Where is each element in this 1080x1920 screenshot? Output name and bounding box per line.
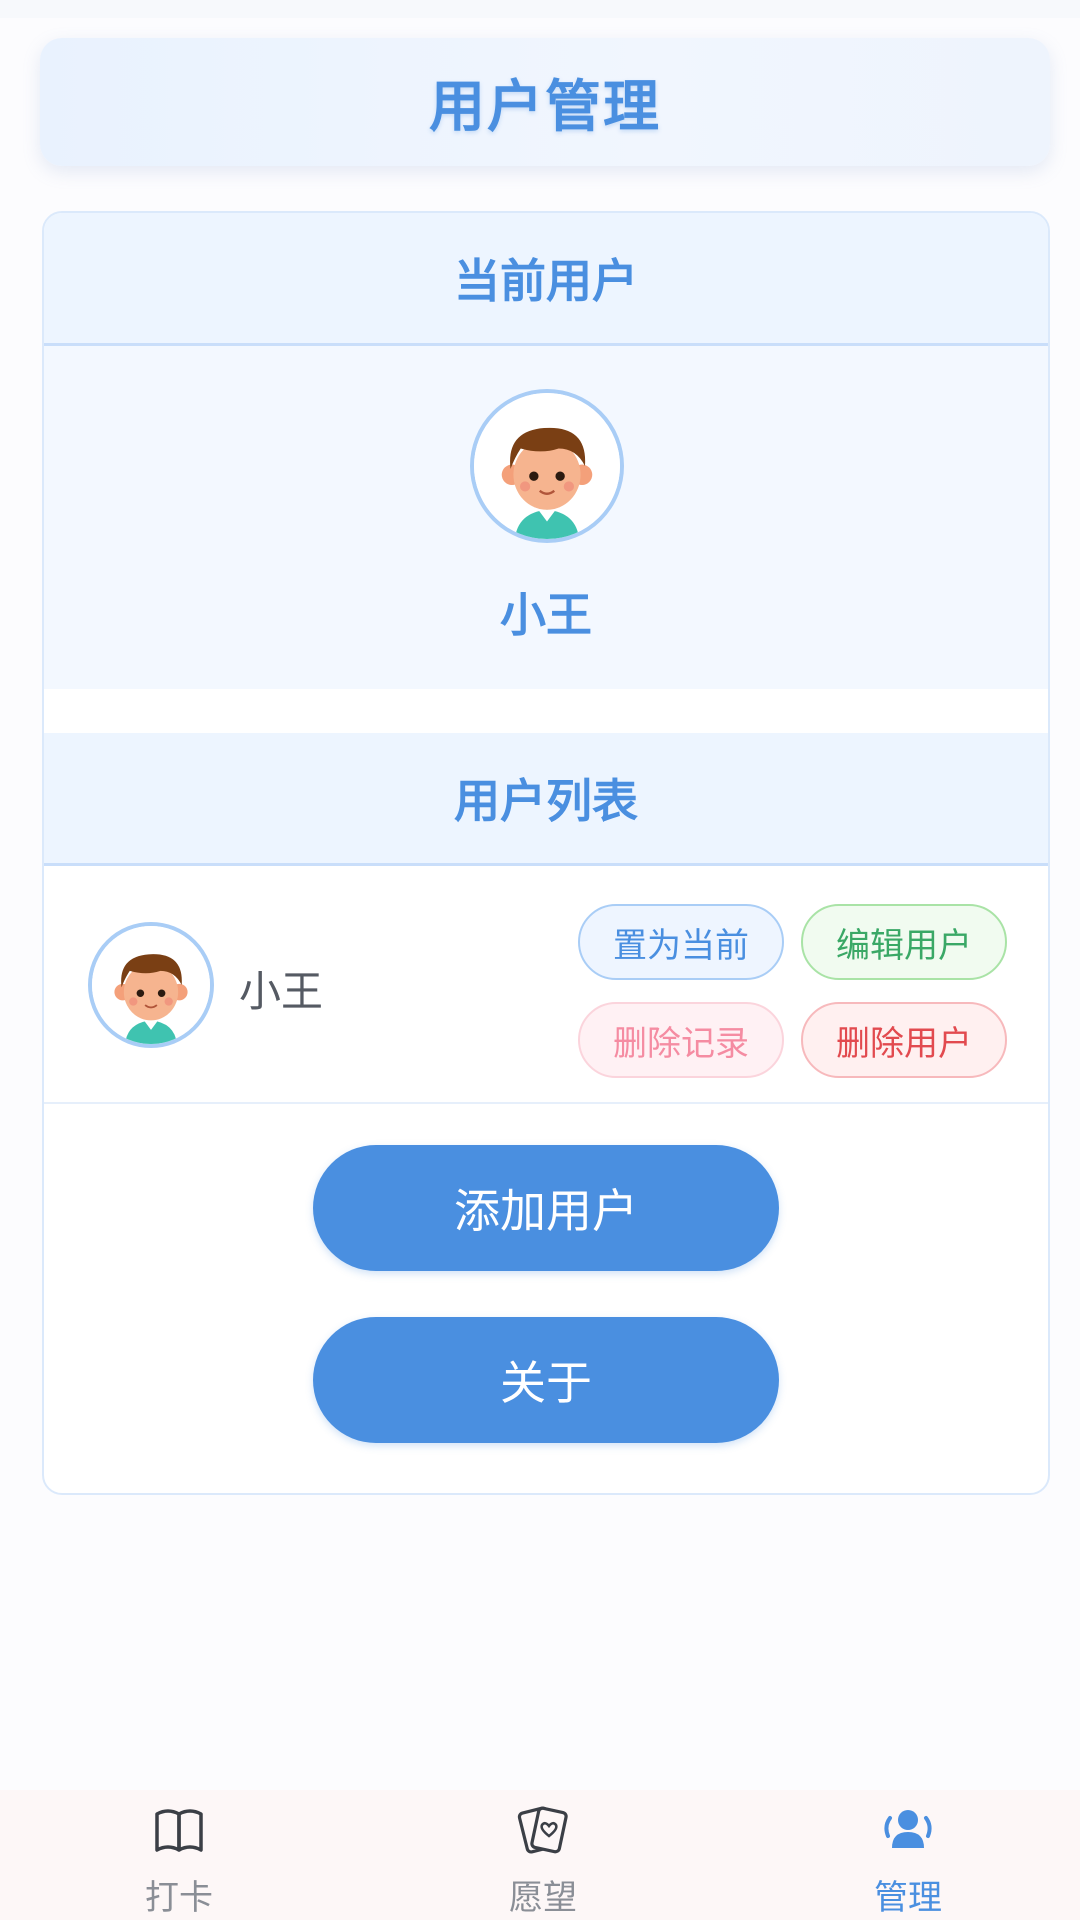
page-header: 用户管理 bbox=[40, 38, 1050, 166]
status-bar-strip bbox=[0, 0, 1080, 18]
tab-manage-label: 管理 bbox=[874, 1878, 942, 1918]
user-avatar bbox=[88, 922, 214, 1048]
user-list-item: 小王 置为当前 编辑用户 删除记录 删除用户 bbox=[44, 866, 1048, 1104]
tab-checkin-label: 打卡 bbox=[145, 1878, 213, 1918]
wish-cards-icon bbox=[513, 1800, 573, 1860]
boy-avatar-icon bbox=[92, 926, 210, 1044]
tab-manage[interactable]: 管理 bbox=[808, 1790, 1008, 1920]
user-management-card: 当前用户 小王 用户列表 小王 置为当前 编辑用户 删除记录 删除用户 添加用户… bbox=[42, 211, 1050, 1495]
current-user-panel: 小王 bbox=[44, 346, 1048, 689]
current-user-header: 当前用户 bbox=[44, 213, 1048, 346]
set-current-button[interactable]: 置为当前 bbox=[578, 904, 784, 980]
tab-wish[interactable]: 愿望 bbox=[443, 1790, 643, 1920]
bottom-tab-bar: 打卡 愿望 管理 bbox=[0, 1790, 1080, 1920]
section-divider bbox=[44, 689, 1048, 733]
delete-records-button[interactable]: 删除记录 bbox=[578, 1002, 784, 1078]
delete-user-button[interactable]: 删除用户 bbox=[801, 1002, 1007, 1078]
tab-checkin[interactable]: 打卡 bbox=[79, 1790, 279, 1920]
tab-wish-label: 愿望 bbox=[509, 1878, 577, 1918]
add-user-button[interactable]: 添加用户 bbox=[313, 1145, 779, 1271]
current-user-avatar bbox=[470, 389, 624, 543]
page-title: 用户管理 bbox=[429, 74, 661, 140]
user-list-header: 用户列表 bbox=[44, 733, 1048, 866]
current-user-name: 小王 bbox=[500, 588, 592, 642]
edit-user-button[interactable]: 编辑用户 bbox=[801, 904, 1007, 980]
user-list-title: 用户列表 bbox=[454, 774, 638, 828]
boy-avatar-icon bbox=[474, 393, 620, 539]
about-button[interactable]: 关于 bbox=[313, 1317, 779, 1443]
user-management-screen: 用户管理 当前用户 小王 用户列表 小王 置为当前 编辑用户 删除记录 删除用户… bbox=[0, 0, 1080, 1920]
open-book-icon bbox=[149, 1800, 209, 1860]
current-user-title: 当前用户 bbox=[454, 254, 638, 308]
users-icon bbox=[878, 1800, 938, 1860]
user-name: 小王 bbox=[239, 967, 324, 1016]
